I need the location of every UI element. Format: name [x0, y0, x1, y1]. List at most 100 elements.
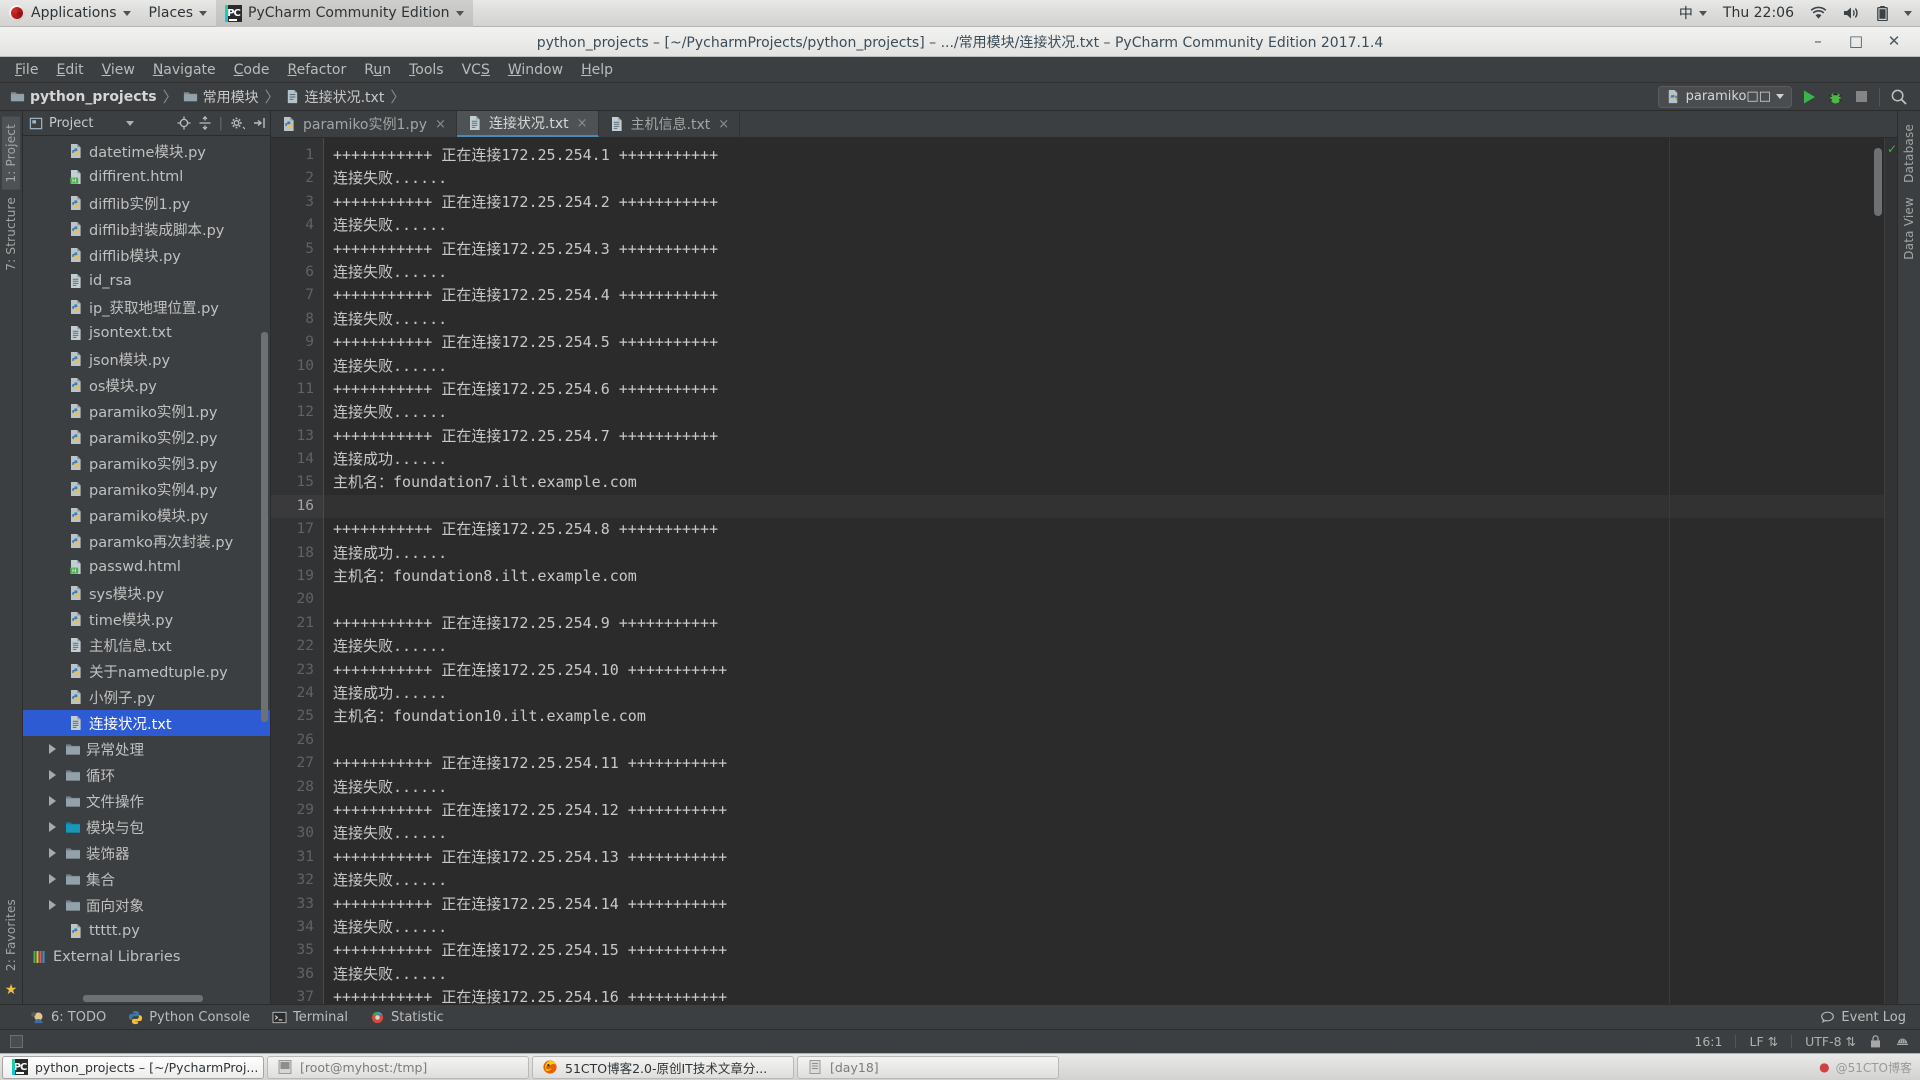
menu-window[interactable]: Window [499, 59, 572, 81]
code-line[interactable]: +++++++++++ 正在连接172.25.254.11 ++++++++++… [324, 752, 1884, 775]
battery-icon[interactable] [1869, 6, 1896, 21]
chevron-down-icon[interactable] [126, 121, 134, 126]
maximize-button[interactable]: □ [1848, 34, 1864, 50]
taskbar-item-terminal[interactable]: [root@myhost:/tmp] [267, 1056, 529, 1079]
tree-item-file[interactable]: difflib实例1.py [23, 190, 270, 216]
debug-button[interactable] [1827, 89, 1844, 105]
code-line[interactable]: +++++++++++ 正在连接172.25.254.1 +++++++++++ [324, 144, 1884, 167]
menu-refactor[interactable]: Refactor [278, 59, 355, 81]
code-line[interactable]: +++++++++++ 正在连接172.25.254.7 +++++++++++ [324, 425, 1884, 448]
breadcrumb-file[interactable]: 连接状况.txt [285, 87, 389, 107]
tool-window-terminal[interactable]: Terminal [272, 1010, 348, 1025]
tree-item-folder[interactable]: 模块与包 [23, 814, 270, 840]
breadcrumb-project[interactable]: python_projects [10, 89, 161, 105]
code-line[interactable]: 连接失败...... [324, 401, 1884, 424]
tree-item-file[interactable]: 关于namedtuple.py [23, 658, 270, 684]
menu-view[interactable]: View [93, 59, 144, 81]
hector-icon[interactable] [1895, 1034, 1910, 1049]
caret-position[interactable]: 16:1 [1694, 1034, 1722, 1049]
code-line[interactable]: +++++++++++ 正在连接172.25.254.9 +++++++++++ [324, 612, 1884, 635]
menu-help[interactable]: Help [572, 59, 622, 81]
close-button[interactable]: ✕ [1886, 34, 1902, 50]
error-stripe-marker-bar[interactable]: ✓ [1884, 138, 1897, 1004]
code-line[interactable]: 连接失败...... [324, 308, 1884, 331]
tree-item-file[interactable]: ip_获取地理位置.py [23, 294, 270, 320]
stop-button[interactable] [1854, 89, 1869, 104]
taskbar-item-firefox[interactable]: 51CTO博客2.0-原创IT技术文章分... [532, 1056, 794, 1079]
menu-code[interactable]: Code [225, 59, 279, 81]
places-menu[interactable]: Places [140, 0, 217, 27]
tree-item-folder[interactable]: 装饰器 [23, 840, 270, 866]
tree-item-folder[interactable]: 文件操作 [23, 788, 270, 814]
tree-item-file[interactable]: jsontext.txt [23, 320, 270, 346]
code-line[interactable]: 连接失败...... [324, 822, 1884, 845]
sidebar-item-data-view[interactable]: Data View [1900, 190, 1918, 267]
tree-item-file[interactable]: 主机信息.txt [23, 632, 270, 658]
expand-arrow-icon[interactable] [49, 822, 56, 832]
search-everywhere-icon[interactable] [1890, 88, 1908, 106]
menu-file[interactable]: FFileile [6, 59, 47, 81]
line-separator-indicator[interactable]: LF ⇅ [1749, 1034, 1778, 1049]
tree-item-file[interactable]: Hdiffirent.html [23, 164, 270, 190]
code-line[interactable]: 连接失败...... [324, 214, 1884, 237]
code-line[interactable]: 连接成功...... [324, 542, 1884, 565]
event-log-button[interactable]: Event Log [1820, 1010, 1920, 1025]
tree-item-file[interactable]: paramko再次封装.py [23, 528, 270, 554]
tool-window-statistic[interactable]: Statistic [370, 1010, 444, 1025]
code-line[interactable]: +++++++++++ 正在连接172.25.254.8 +++++++++++ [324, 518, 1884, 541]
code-line[interactable] [324, 588, 1884, 611]
editor-text[interactable]: +++++++++++ 正在连接172.25.254.1 +++++++++++… [324, 138, 1884, 1004]
expand-arrow-icon[interactable] [49, 796, 56, 806]
code-line[interactable]: 连接成功...... [324, 448, 1884, 471]
editor-tab[interactable]: 连接状况.txt× [457, 111, 599, 137]
expand-arrow-icon[interactable] [49, 900, 56, 910]
tree-item-file[interactable]: paramiko模块.py [23, 502, 270, 528]
code-line[interactable]: 连接失败...... [324, 167, 1884, 190]
taskbar-item-files[interactable]: [day18] [797, 1056, 1059, 1079]
run-button[interactable] [1802, 89, 1817, 105]
tree-item-file[interactable]: paramiko实例2.py [23, 424, 270, 450]
run-configuration-selector[interactable]: paramiko□□ [1658, 86, 1792, 108]
code-line[interactable]: +++++++++++ 正在连接172.25.254.12 ++++++++++… [324, 799, 1884, 822]
tree-item-file[interactable]: paramiko实例4.py [23, 476, 270, 502]
tree-item-file[interactable]: os模块.py [23, 372, 270, 398]
menu-run[interactable]: Run [355, 59, 400, 81]
code-line[interactable] [324, 729, 1884, 752]
input-method-indicator[interactable]: 中 [1671, 3, 1715, 23]
tree-item-file[interactable]: ttttt.py [23, 918, 270, 944]
code-line[interactable]: 连接失败...... [324, 916, 1884, 939]
code-line[interactable]: 主机名：foundation10.ilt.example.com [324, 705, 1884, 728]
code-line[interactable]: +++++++++++ 正在连接172.25.254.14 ++++++++++… [324, 893, 1884, 916]
expand-arrow-icon[interactable] [49, 744, 56, 754]
tree-item-file[interactable]: difflib模块.py [23, 242, 270, 268]
active-app-menu[interactable]: PC PyCharm Community Edition [216, 0, 472, 27]
menu-vcs[interactable]: VCS [453, 59, 499, 81]
code-line[interactable]: +++++++++++ 正在连接172.25.254.10 ++++++++++… [324, 659, 1884, 682]
tree-item-file[interactable]: json模块.py [23, 346, 270, 372]
wifi-icon[interactable] [1802, 6, 1835, 20]
toggle-toolwindows-button[interactable] [10, 1035, 23, 1048]
sidebar-item-project[interactable]: 1: Project [2, 117, 20, 190]
close-tab-icon[interactable]: × [577, 116, 588, 131]
expand-arrow-icon[interactable] [49, 770, 56, 780]
close-tab-icon[interactable]: × [435, 117, 446, 132]
code-line[interactable]: +++++++++++ 正在连接172.25.254.4 +++++++++++ [324, 284, 1884, 307]
minimize-button[interactable]: – [1810, 34, 1826, 50]
code-line[interactable]: 连接失败...... [324, 355, 1884, 378]
menu-navigate[interactable]: Navigate [144, 59, 225, 81]
tree-item-file[interactable]: id_rsa [23, 268, 270, 294]
sidebar-item-favorites[interactable]: 2: Favorites [2, 892, 20, 978]
code-line[interactable]: +++++++++++ 正在连接172.25.254.2 +++++++++++ [324, 191, 1884, 214]
menu-tools[interactable]: Tools [400, 59, 453, 81]
collapse-all-icon[interactable] [198, 116, 212, 130]
clock[interactable]: Thu 22:06 [1715, 5, 1802, 21]
tree-item-folder[interactable]: 集合 [23, 866, 270, 892]
code-line[interactable]: 连接失败...... [324, 776, 1884, 799]
tree-item-external-libraries[interactable]: External Libraries [23, 944, 270, 970]
project-file-tree[interactable]: datetime模块.pyHdiffirent.htmldifflib实例1.p… [23, 136, 270, 1004]
code-line[interactable]: +++++++++++ 正在连接172.25.254.13 ++++++++++… [324, 846, 1884, 869]
code-line[interactable]: 主机名：foundation7.ilt.example.com [324, 471, 1884, 494]
close-tab-icon[interactable]: × [718, 117, 729, 132]
tool-window-todo[interactable]: 6: TODO [30, 1010, 106, 1025]
menu-edit[interactable]: Edit [47, 59, 92, 81]
